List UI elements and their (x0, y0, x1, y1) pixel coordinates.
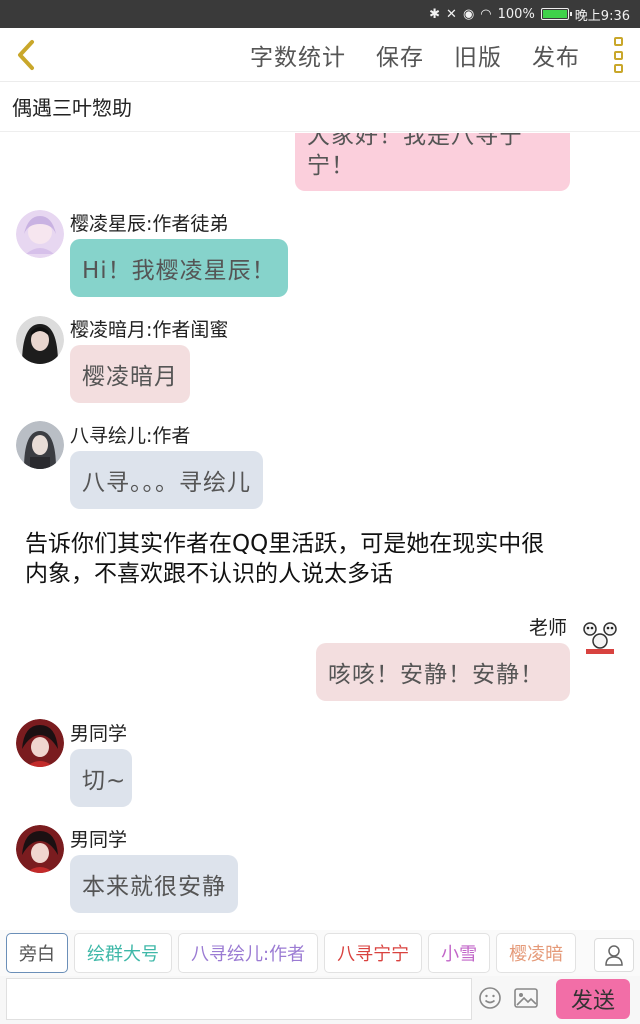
wifi-icon: ◠ (480, 6, 492, 22)
chat-area[interactable]: 大家好！我是八寻宁 宁！ 樱凌星辰:作者徒弟 Hi！我樱凌星辰！ 樱凌暗月:作者… (0, 133, 640, 928)
avatar[interactable] (16, 210, 64, 258)
character-name: 樱凌星辰:作者徒弟 (70, 213, 229, 235)
message-bubble[interactable]: 咳咳！安静！安静！ (316, 643, 570, 701)
person-icon[interactable] (594, 938, 634, 972)
word-count-button[interactable]: 字数统计 (250, 38, 346, 72)
chip-character[interactable]: 八寻宁宁 (324, 933, 423, 973)
character-name: 樱凌暗月:作者闺蜜 (70, 319, 229, 341)
message-text: 宁！ (307, 153, 355, 179)
bluetooth-icon: ✱ (429, 6, 441, 22)
eye-icon: ◉ (462, 6, 475, 22)
message-bubble[interactable]: 切~ (70, 749, 132, 807)
avatar[interactable] (576, 611, 624, 659)
message-bubble[interactable]: 八寻。。。寻绘儿 (70, 451, 263, 509)
chip-character[interactable]: 樱凌暗 (496, 933, 577, 973)
battery-percent: 100% (497, 6, 535, 22)
narration-line: 内象，不喜欢跟不认识的人说太多话 (25, 561, 393, 587)
smiley-icon[interactable] (478, 986, 502, 1010)
avatar[interactable] (16, 719, 64, 767)
mute-icon: ✕ (446, 6, 457, 22)
character-name: 老师 (529, 617, 568, 639)
avatar[interactable] (16, 421, 64, 469)
save-button[interactable]: 保存 (376, 38, 424, 72)
chip-narrator[interactable]: 旁白 (6, 933, 68, 973)
image-icon[interactable] (513, 986, 539, 1010)
message-input[interactable] (6, 978, 472, 1020)
more-vertical-icon[interactable] (610, 37, 626, 73)
input-bar: 发送 (0, 976, 640, 1024)
battery-icon (540, 8, 572, 20)
chip-character[interactable]: 绘群大号 (74, 933, 172, 973)
message-text: 大家好！我是八寻宁 (307, 133, 523, 149)
character-name: 八寻绘儿:作者 (70, 425, 191, 447)
avatar[interactable] (16, 825, 64, 873)
narration-text[interactable]: 告诉你们其实作者在QQ里活跃，可是她在现实中很 内象，不喜欢跟不认识的人说太多话 (25, 529, 615, 589)
chip-character[interactable]: 小雪 (428, 933, 491, 973)
chip-character[interactable]: 八寻绘儿:作者 (178, 933, 319, 973)
message-bubble[interactable]: 樱凌暗月 (70, 345, 190, 403)
old-version-button[interactable]: 旧版 (454, 38, 502, 72)
toolbar: 字数统计 保存 旧版 发布 (0, 28, 640, 82)
avatar[interactable] (16, 316, 64, 364)
story-title: 偶遇三叶惣助 (12, 96, 132, 120)
story-title-bar[interactable]: 偶遇三叶惣助 (0, 82, 640, 132)
clock: 晚上9:36 (574, 8, 630, 24)
send-button[interactable]: 发送 (556, 979, 630, 1019)
publish-button[interactable]: 发布 (532, 38, 580, 72)
character-chip-bar: 旁白 绘群大号 八寻绘儿:作者 八寻宁宁 小雪 樱凌暗 (0, 930, 640, 976)
back-button[interactable] (8, 36, 44, 74)
status-bar: ✱ ✕ ◉ ◠ 100% 晚上9:36 (0, 0, 640, 28)
back-chevron-icon (18, 40, 34, 70)
message-bubble[interactable]: Hi！我樱凌星辰！ (70, 239, 288, 297)
message-bubble-top[interactable]: 大家好！我是八寻宁 宁！ (295, 133, 570, 191)
narration-line: 告诉你们其实作者在QQ里活跃，可是她在现实中很 (25, 531, 545, 557)
character-name: 男同学 (70, 723, 128, 745)
character-name: 男同学 (70, 829, 128, 851)
message-bubble[interactable]: 本来就很安静 (70, 855, 238, 913)
